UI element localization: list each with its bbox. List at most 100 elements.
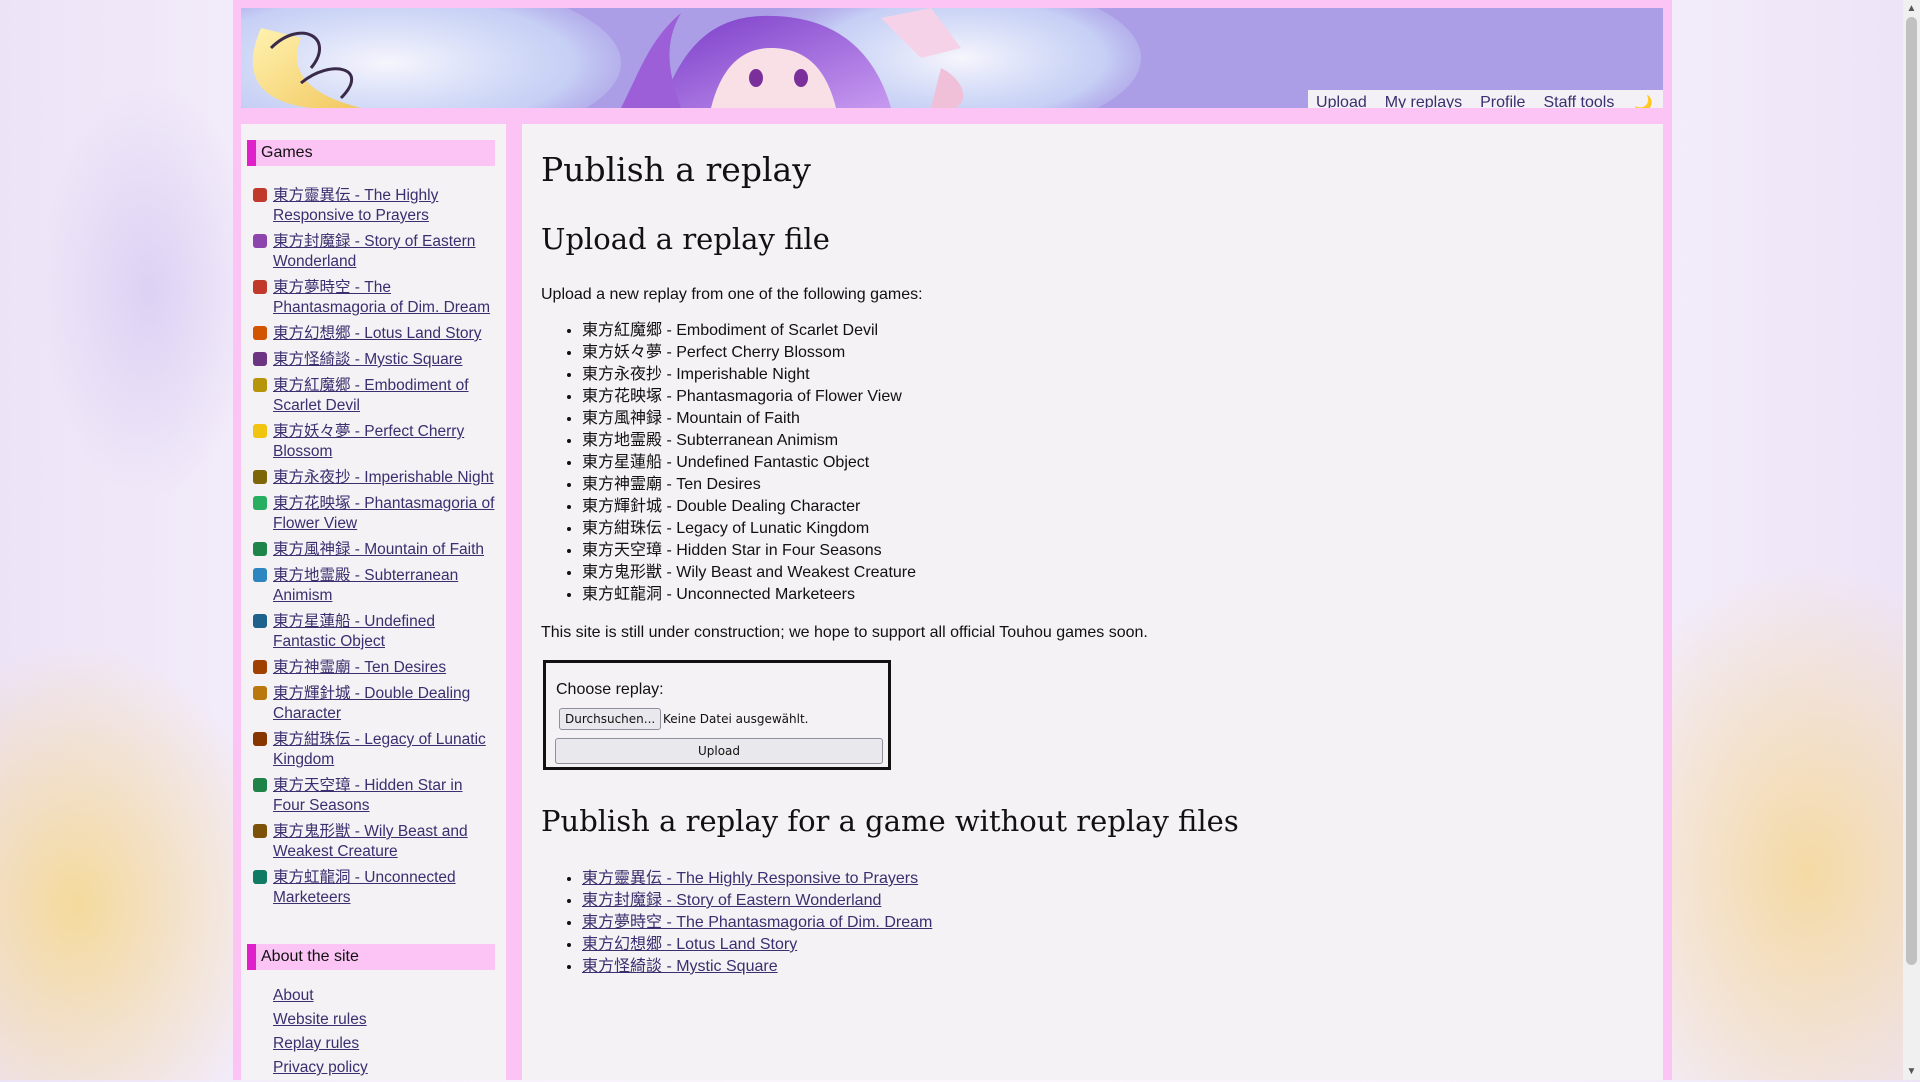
sidebar-game-item: 東方風神録 - Mountain of Faith [247,540,497,560]
game-icon [253,778,267,792]
sidebar-game-item: 東方夢時空 - The Phantasmagoria of Dim. Dream [247,278,497,318]
sidebar-game-item: 東方輝針城 - Double Dealing Character [247,684,497,724]
game-icon [253,280,267,294]
sidebar-game-link[interactable]: 東方靈異伝 - The Highly Responsive to Prayers [273,187,438,224]
nav-upload[interactable]: Upload [1316,94,1367,108]
about-heading: About the site [247,944,495,970]
game-icon [253,568,267,582]
supported-game-item: 東方紺珠伝 - Legacy of Lunatic Kingdom [582,518,916,540]
sidebar-game-link[interactable]: 東方妖々夢 - Perfect Cherry Blossom [273,423,464,460]
main-content: Publish a replay Upload a replay file Up… [522,124,1663,1080]
sidebar-game-item: 東方靈異伝 - The Highly Responsive to Prayers [247,186,497,226]
supported-game-item: 東方虹龍洞 - Unconnected Marketeers [582,584,916,606]
game-icon [253,824,267,838]
sidebar-game-item: 東方星蓮船 - Undefined Fantastic Object [247,612,497,652]
moon-icon[interactable]: 🌙 [1634,94,1653,108]
supported-game-item: 東方神霊廟 - Ten Desires [582,474,916,496]
game-icon [253,870,267,884]
supported-game-item: 東方天空璋 - Hidden Star in Four Seasons [582,540,916,562]
no-file-game-link[interactable]: 東方怪綺談 - Mystic Square [582,958,778,975]
choose-replay-label: Choose replay: [556,681,664,698]
supported-games-list: 東方紅魔郷 - Embodiment of Scarlet Devil東方妖々夢… [562,320,916,606]
supported-game-item: 東方花映塚 - Phantasmagoria of Flower View [582,386,916,408]
about-item: Privacy policy [273,1058,368,1078]
supported-game-item: 東方鬼形獣 - Wily Beast and Weakest Creature [582,562,916,584]
supported-game-item: 東方妖々夢 - Perfect Cherry Blossom [582,342,916,364]
upload-intro: Upload a new replay from one of the foll… [541,286,923,303]
sidebar-game-item: 東方花映塚 - Phantasmagoria of Flower View [247,494,497,534]
game-icon [253,470,267,484]
browse-button[interactable]: Durchsuchen... [559,708,662,730]
game-icon [253,614,267,628]
sidebar-game-link[interactable]: 東方星蓮船 - Undefined Fantastic Object [273,613,435,650]
no-files-heading: Publish a replay for a game without repl… [541,804,1239,838]
game-icon [253,542,267,556]
games-heading: Games [247,140,495,166]
page-title: Publish a replay [541,150,811,189]
scroll-up-arrow-icon[interactable]: ▲ [1903,0,1920,17]
sidebar-game-link[interactable]: 東方地霊殿 - Subterranean Animism [273,567,458,604]
sidebar-game-item: 東方紅魔郷 - Embodiment of Scarlet Devil [247,376,497,416]
sidebar-game-item: 東方神霊廟 - Ten Desires [247,658,497,678]
sidebar-game-link[interactable]: 東方鬼形獣 - Wily Beast and Weakest Creature [273,823,468,860]
game-icon [253,234,267,248]
sidebar-game-link[interactable]: 東方封魔録 - Story of Eastern Wonderland [273,233,475,270]
upload-heading: Upload a replay file [541,222,830,256]
sidebar-game-link[interactable]: 東方紅魔郷 - Embodiment of Scarlet Devil [273,377,469,414]
game-icon [253,424,267,438]
replay-rules-link[interactable]: Replay rules [273,1035,359,1052]
page-frame: Upload My replays Profile Staff tools 🌙 … [233,0,1672,1080]
sidebar-game-link[interactable]: 東方風神録 - Mountain of Faith [273,541,484,558]
no-file-game-link[interactable]: 東方幻想郷 - Lotus Land Story [582,936,797,953]
supported-game-item: 東方永夜抄 - Imperishable Night [582,364,916,386]
website-rules-link[interactable]: Website rules [273,1011,367,1028]
sidebar-game-item: 東方永夜抄 - Imperishable Night [247,468,497,488]
upload-button[interactable]: Upload [555,738,883,764]
sidebar-game-link[interactable]: 東方幻想郷 - Lotus Land Story [273,325,481,342]
no-file-game-item: 東方怪綺談 - Mystic Square [582,956,932,978]
scrollbar-thumb[interactable] [1906,17,1917,965]
no-file-game-link[interactable]: 東方封魔録 - Story of Eastern Wonderland [582,892,881,909]
supported-game-item: 東方輝針城 - Double Dealing Character [582,496,916,518]
nav-staff-tools[interactable]: Staff tools [1543,94,1614,108]
about-links: About Website rules Replay rules Privacy… [273,986,368,1082]
game-icon [253,188,267,202]
no-file-game-item: 東方幻想郷 - Lotus Land Story [582,934,932,956]
vertical-scrollbar[interactable]: ▲ ▼ [1903,0,1920,1080]
game-icon [253,686,267,700]
sidebar: Games 東方靈異伝 - The Highly Responsive to P… [241,124,506,1080]
no-file-games-list: 東方靈異伝 - The Highly Responsive to Prayers… [562,868,932,978]
nav-my-replays[interactable]: My replays [1385,94,1462,108]
sidebar-game-item: 東方怪綺談 - Mystic Square [247,350,497,370]
site-header: Upload My replays Profile Staff tools 🌙 [241,8,1663,108]
supported-game-item: 東方星蓮船 - Undefined Fantastic Object [582,452,916,474]
sidebar-game-link[interactable]: 東方虹龍洞 - Unconnected Marketeers [273,869,456,906]
sidebar-game-link[interactable]: 東方怪綺談 - Mystic Square [273,351,462,368]
sidebar-game-link[interactable]: 東方紺珠伝 - Legacy of Lunatic Kingdom [273,731,486,768]
about-item: Website rules [273,1010,368,1030]
sidebar-game-link[interactable]: 東方輝針城 - Double Dealing Character [273,685,470,722]
sidebar-game-item: 東方幻想郷 - Lotus Land Story [247,324,497,344]
sidebar-game-item: 東方天空璋 - Hidden Star in Four Seasons [247,776,497,816]
supported-game-item: 東方風神録 - Mountain of Faith [582,408,916,430]
sidebar-game-link[interactable]: 東方花映塚 - Phantasmagoria of Flower View [273,495,494,532]
game-icon [253,660,267,674]
no-file-game-link[interactable]: 東方靈異伝 - The Highly Responsive to Prayers [582,870,918,887]
sidebar-game-item: 東方妖々夢 - Perfect Cherry Blossom [247,422,497,462]
no-file-text: Keine Datei ausgewählt. [663,712,809,726]
sidebar-game-link[interactable]: 東方天空璋 - Hidden Star in Four Seasons [273,777,463,814]
sidebar-game-link[interactable]: 東方永夜抄 - Imperishable Night [273,469,494,486]
no-file-game-item: 東方靈異伝 - The Highly Responsive to Prayers [582,868,932,890]
privacy-policy-link[interactable]: Privacy policy [273,1059,368,1076]
about-link[interactable]: About [273,987,314,1004]
supported-game-item: 東方地霊殿 - Subterranean Animism [582,430,916,452]
top-nav: Upload My replays Profile Staff tools 🌙 [1308,90,1663,108]
sidebar-game-link[interactable]: 東方夢時空 - The Phantasmagoria of Dim. Dream [273,279,490,316]
no-file-game-link[interactable]: 東方夢時空 - The Phantasmagoria of Dim. Dream [582,914,932,931]
sidebar-game-link[interactable]: 東方神霊廟 - Ten Desires [273,659,446,676]
nav-profile[interactable]: Profile [1480,94,1525,108]
game-icon [253,496,267,510]
scroll-down-arrow-icon[interactable]: ▼ [1903,1063,1920,1080]
no-file-game-item: 東方夢時空 - The Phantasmagoria of Dim. Dream [582,912,932,934]
game-icon [253,352,267,366]
